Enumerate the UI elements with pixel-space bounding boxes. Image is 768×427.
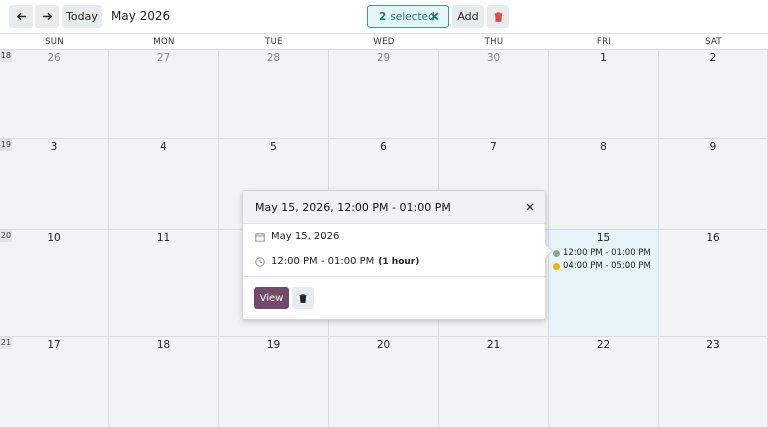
calendar-toolbar: Today May 2026 2 selected Add: [0, 0, 768, 33]
calendar-event[interactable]: 12:00 PM - 01:00 PM: [553, 248, 651, 258]
day-number: 15: [596, 232, 611, 244]
day-number: 19: [266, 339, 281, 351]
arrow-right-icon: [42, 12, 52, 21]
day-number: 6: [380, 141, 387, 153]
day-cell[interactable]: 18: [109, 336, 219, 427]
day-number: 4: [160, 141, 167, 153]
day-cell[interactable]: 10 20: [0, 229, 109, 336]
weekday-header-cell: FRI: [596, 37, 612, 47]
day-cell[interactable]: 22: [549, 336, 659, 427]
calendar-event[interactable]: 04:00 PM - 05:00 PM: [553, 261, 651, 271]
day-number: 28: [266, 52, 281, 64]
day-number: 5: [270, 141, 277, 153]
day-number: 10: [47, 232, 61, 244]
day-number: 27: [156, 52, 171, 64]
day-cell[interactable]: 3 19: [0, 138, 109, 229]
weekday-header-cell: WED: [373, 37, 395, 47]
clock-icon: [255, 256, 265, 267]
calendar-icon: [255, 232, 265, 242]
day-cell[interactable]: 30: [439, 49, 549, 138]
day-number: 9: [709, 141, 717, 153]
day-cell[interactable]: 27: [109, 49, 219, 138]
selection-label: selected: [390, 10, 435, 23]
week-number: 20: [0, 230, 12, 242]
day-number: 1: [600, 52, 607, 64]
day-cell[interactable]: 4: [109, 138, 219, 229]
arrow-left-icon: [16, 12, 26, 21]
day-cell[interactable]: 1: [549, 49, 659, 138]
day-cell[interactable]: 29: [329, 49, 439, 138]
selection-count: 2: [379, 10, 387, 23]
weekday-header-cell: SAT: [705, 37, 722, 47]
event-color-dot: [553, 262, 560, 270]
week-row: 26 18 27 28 29 30 1 2: [0, 49, 768, 138]
popover-date-line: May 15, 2026: [255, 231, 339, 242]
weekday-header-cell: TUE: [265, 37, 283, 47]
popover-title: May 15, 2026, 12:00 PM - 01:00 PM: [243, 191, 545, 224]
day-number: 21: [486, 339, 501, 351]
clear-selection-icon[interactable]: [429, 11, 440, 22]
day-cell[interactable]: 28: [219, 49, 329, 138]
day-number: 2: [709, 52, 717, 64]
day-number: 8: [600, 141, 607, 153]
week-number: 21: [0, 337, 12, 349]
weekday-header: SUN MON TUE WED THU FRI SAT: [0, 33, 768, 49]
day-number: 17: [47, 339, 61, 351]
day-number: 29: [376, 52, 391, 64]
popover-duration: (1 hour): [378, 256, 420, 267]
close-icon[interactable]: [525, 202, 535, 212]
weekday-header-cell: MON: [153, 37, 175, 47]
delete-button[interactable]: [487, 5, 509, 28]
popover-date: May 15, 2026: [271, 231, 340, 242]
event-time: 12:00 PM - 01:00 PM: [563, 248, 651, 258]
trash-icon: [299, 293, 307, 303]
event-time: 04:00 PM - 05:00 PM: [563, 261, 651, 271]
day-cell[interactable]: 26 18: [0, 49, 109, 138]
day-number: 18: [156, 339, 171, 351]
popover-time: 12:00 PM - 01:00 PM: [271, 256, 375, 267]
day-cell[interactable]: 23: [659, 336, 768, 427]
day-cell[interactable]: 21: [439, 336, 549, 427]
day-number: 22: [596, 339, 611, 351]
day-cell[interactable]: 9: [659, 138, 768, 229]
day-number: 11: [156, 232, 171, 244]
trash-icon: [494, 11, 502, 22]
weekday-header-cell: SUN: [45, 37, 64, 47]
popover-time-line: 12:00 PM - 01:00 PM (1 hour): [255, 256, 419, 267]
add-button[interactable]: Add: [452, 5, 484, 28]
day-number: 23: [706, 339, 720, 351]
today-button[interactable]: Today: [62, 5, 102, 28]
day-number: 26: [47, 52, 61, 64]
weekday-header-cell: THU: [484, 37, 504, 47]
day-cell[interactable]: 2: [659, 49, 768, 138]
selection-badge: 2 selected: [367, 5, 449, 28]
event-color-dot: [553, 249, 560, 257]
week-number: 18: [0, 50, 12, 62]
day-cell[interactable]: 15 12:00 PM - 01:00 PM 04:00 PM - 05:00 PM: [549, 229, 659, 336]
day-cell[interactable]: 20: [329, 336, 439, 427]
day-number: 20: [376, 339, 391, 351]
day-number: 30: [486, 52, 501, 64]
day-cell[interactable]: 8: [549, 138, 659, 229]
day-number: 16: [706, 232, 720, 244]
day-cell[interactable]: 19: [219, 336, 329, 427]
period-label: May 2026: [111, 9, 171, 23]
week-row: 17 21 18 19 20 21 22 23: [0, 336, 768, 427]
week-number: 19: [0, 139, 12, 151]
day-cell[interactable]: 17 21: [0, 336, 109, 427]
day-cell[interactable]: 11: [109, 229, 219, 336]
previous-button[interactable]: [9, 5, 33, 28]
next-button[interactable]: [35, 5, 59, 28]
popover-delete-button[interactable]: [292, 287, 314, 309]
day-number: 3: [50, 141, 58, 153]
day-cell[interactable]: 16: [659, 229, 768, 336]
popover-divider: [243, 276, 545, 277]
view-button[interactable]: View: [254, 287, 289, 309]
day-number: 7: [490, 141, 497, 153]
event-popover: May 15, 2026, 12:00 PM - 01:00 PM May 15…: [242, 190, 554, 320]
